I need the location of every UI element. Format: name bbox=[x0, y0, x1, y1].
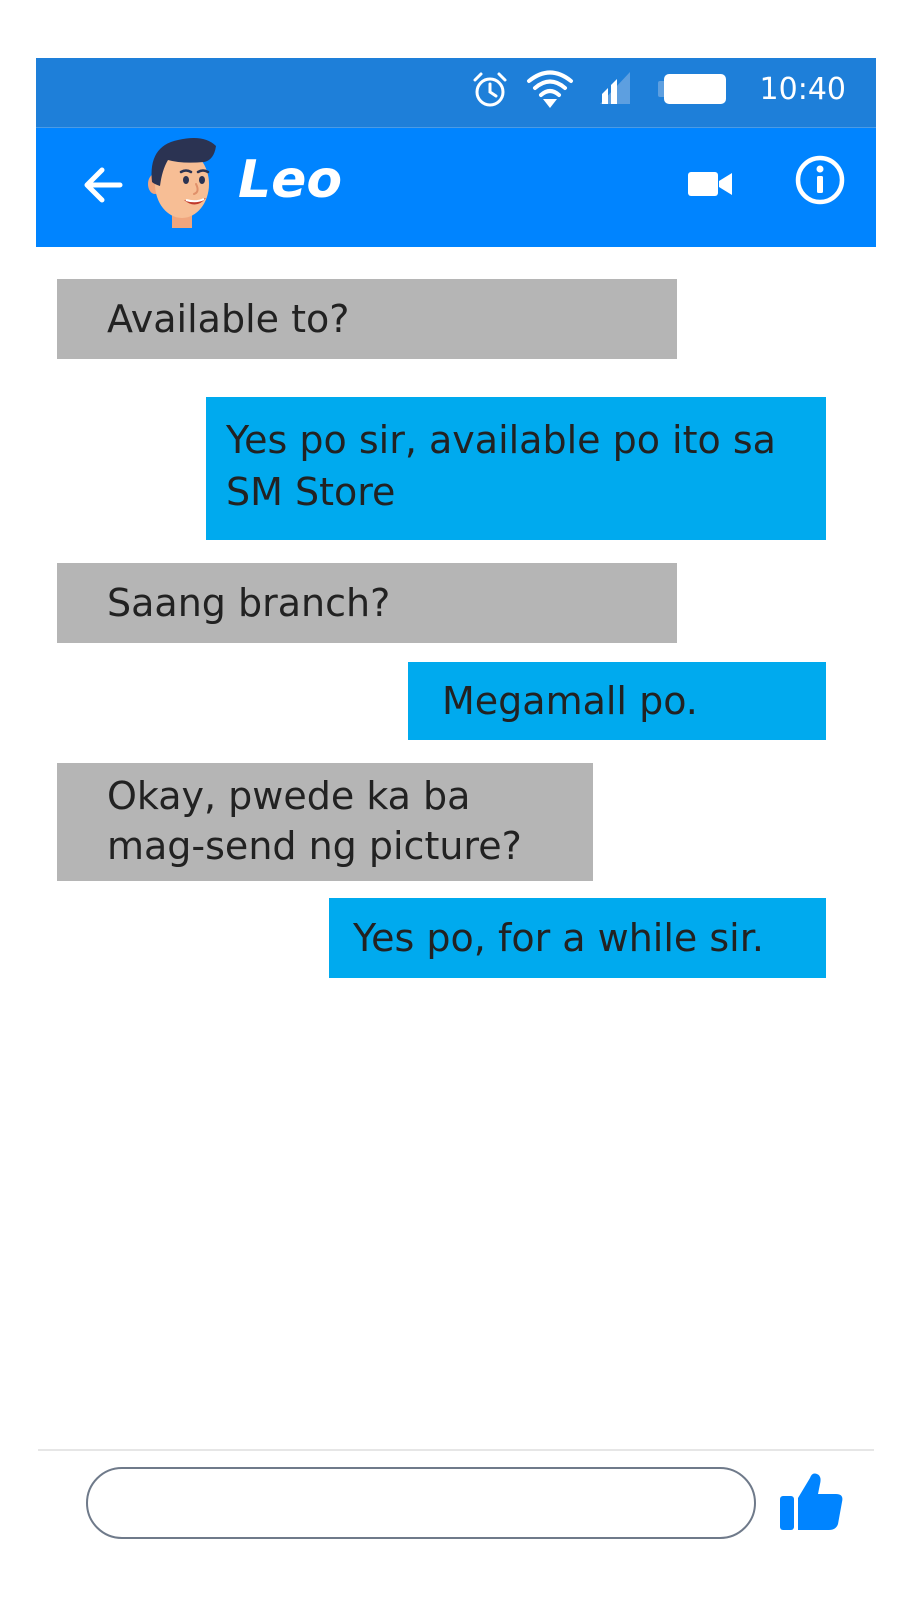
alarm-icon bbox=[473, 72, 507, 107]
battery-icon bbox=[658, 74, 726, 104]
message-text: Megamall po. bbox=[442, 679, 698, 723]
message-incoming: Saang branch? bbox=[57, 563, 677, 643]
message-outgoing: Yes po, for a while sir. bbox=[329, 898, 826, 978]
message-text: Yes po, for a while sir. bbox=[353, 916, 764, 960]
message-outgoing: Megamall po. bbox=[408, 662, 826, 740]
thumbs-up-icon[interactable] bbox=[780, 1470, 844, 1534]
message-text: Okay, pwede ka ba bbox=[107, 774, 471, 818]
video-call-icon[interactable] bbox=[686, 164, 734, 204]
message-text: mag-send ng picture? bbox=[107, 824, 522, 868]
message-outgoing: Yes po sir, available po ito sa SM Store bbox=[206, 397, 826, 540]
message-text: SM Store bbox=[226, 470, 396, 514]
info-icon[interactable] bbox=[794, 154, 846, 206]
avatar[interactable] bbox=[142, 134, 222, 234]
message-text: Yes po sir, available po ito sa bbox=[226, 418, 776, 462]
message-input[interactable] bbox=[86, 1467, 756, 1539]
wifi-icon bbox=[527, 70, 573, 108]
message-incoming: Okay, pwede ka ba mag-send ng picture? bbox=[57, 763, 593, 881]
message-text: Available to? bbox=[107, 297, 350, 341]
composer-divider bbox=[38, 1449, 874, 1451]
signal-icon bbox=[600, 72, 630, 104]
contact-name: Leo bbox=[238, 150, 343, 210]
message-incoming: Available to? bbox=[57, 279, 677, 359]
status-bar: 10:40 bbox=[36, 58, 876, 128]
message-text: Saang branch? bbox=[107, 581, 391, 625]
back-arrow-icon[interactable] bbox=[80, 162, 126, 208]
status-time: 10:40 bbox=[759, 72, 846, 107]
chat-header: Leo bbox=[36, 128, 876, 247]
